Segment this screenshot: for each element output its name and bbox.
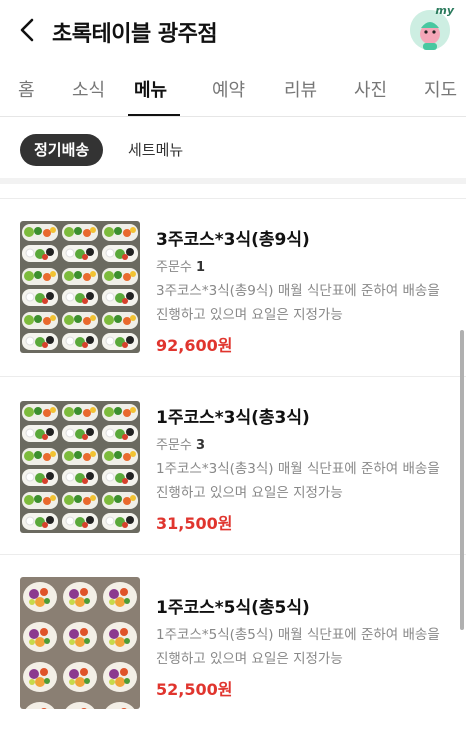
- tab-menu[interactable]: 메뉴: [134, 76, 167, 102]
- my-avatar-button[interactable]: my: [410, 4, 454, 50]
- menu-item-price: 31,500원: [156, 514, 233, 533]
- menu-item[interactable]: 3주코스*3식(총9식) 주문수 1 3주코스*3식(총9식) 매월 식단표에 …: [0, 198, 466, 377]
- menu-item-price: 92,600원: [156, 336, 233, 355]
- salad-photo: [20, 401, 140, 533]
- menu-item-description: 1주코스*3식(총3식) 매월 식단표에 준하여 배송을 진행하고 있으며 요일…: [156, 461, 440, 501]
- menu-item-price: 52,500원: [156, 680, 233, 699]
- menu-item[interactable]: 1주코스*5식(총5식) 1주코스*5식(총5식) 매월 식단표에 준하여 배송…: [0, 554, 466, 733]
- menu-item-description: 1주코스*5식(총5식) 매월 식단표에 준하여 배송을 진행하고 있으며 요일…: [156, 627, 440, 667]
- menu-item-name: 3주코스*3식(총9식): [156, 230, 310, 250]
- avatar-badge: my: [435, 4, 454, 17]
- menu-item-image: [20, 577, 140, 709]
- subtab-regular-delivery[interactable]: 정기배송: [20, 134, 104, 166]
- tab-reservation[interactable]: 예약: [212, 76, 245, 102]
- tab-bar: 홈 소식 메뉴 예약 리뷰 사진 지도: [0, 60, 466, 117]
- tab-photos[interactable]: 사진: [354, 76, 387, 102]
- order-count: 주문수 1: [156, 260, 206, 275]
- menu-item-image: [20, 401, 140, 533]
- salad-photo: [20, 221, 140, 353]
- menu-item[interactable]: 1주코스*3식(총3식) 주문수 3 1주코스*3식(총3식) 매월 식단표에 …: [0, 376, 466, 555]
- chevron-left-icon: [20, 18, 34, 42]
- menu-item-name: 1주코스*3식(총3식): [156, 408, 310, 428]
- menu-item-description: 3주코스*3식(총9식) 매월 식단표에 준하여 배송을 진행하고 있으며 요일…: [156, 283, 440, 323]
- app-header: 초록테이블 광주점 my: [0, 0, 466, 60]
- back-button[interactable]: [14, 15, 42, 45]
- order-count: 주문수 3: [156, 438, 206, 453]
- subtab-set-menu[interactable]: 세트메뉴: [128, 134, 183, 166]
- scrollbar[interactable]: [460, 330, 464, 630]
- menu-item-image: [20, 221, 140, 353]
- tab-home[interactable]: 홈: [18, 76, 35, 102]
- menu-item-name: 1주코스*5식(총5식): [156, 598, 310, 618]
- bowls-photo: [20, 577, 140, 709]
- tab-reviews[interactable]: 리뷰: [284, 76, 317, 102]
- page-title: 초록테이블 광주점: [52, 22, 218, 47]
- tab-map[interactable]: 지도: [424, 76, 457, 102]
- tab-news[interactable]: 소식: [72, 76, 105, 102]
- subtab-bar: 정기배송 세트메뉴: [0, 116, 466, 184]
